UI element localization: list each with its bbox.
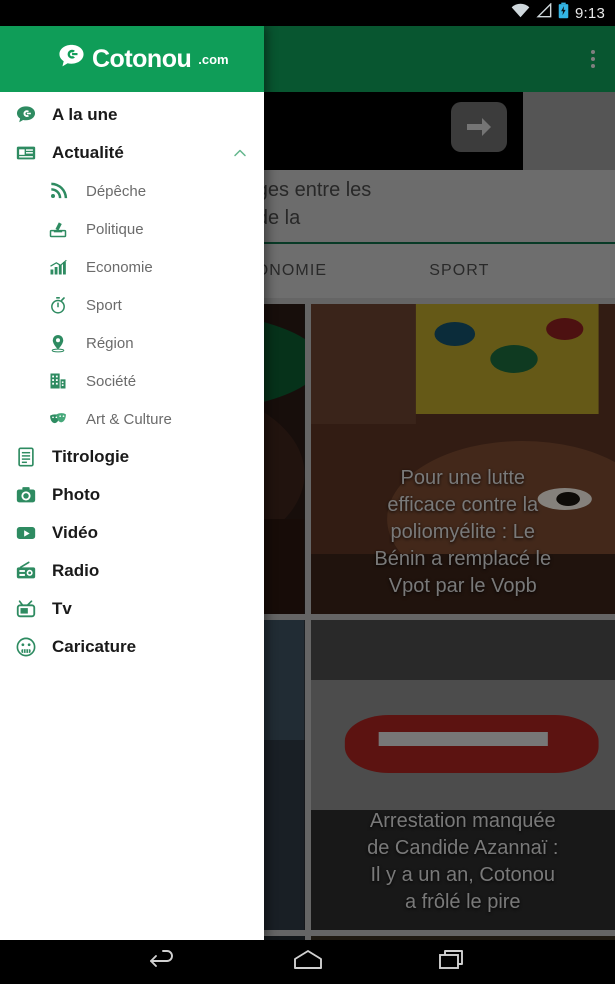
sidebar-item-sport[interactable]: Sport (0, 286, 264, 324)
sidebar-item-label: Caricature (52, 637, 137, 656)
sidebar-item-label: Dépêche (86, 182, 147, 200)
map-pin-icon (46, 331, 70, 355)
video-play-icon (14, 521, 38, 545)
battery-charging-icon (558, 2, 569, 24)
sidebar-item-label: Economie (86, 258, 153, 276)
drawer-menu-list: A la une Actualité Dépêche Politique Eco… (0, 92, 264, 940)
camera-icon (14, 483, 38, 507)
sidebar-item-label: Radio (52, 561, 100, 580)
logo-tld: .com (198, 51, 229, 67)
navigation-drawer: Cotonou .com A la une Actualité Dépêche … (0, 26, 264, 940)
sidebar-item-label: Art & Culture (86, 410, 172, 428)
sidebar-item-label: Titrologie (52, 447, 130, 466)
sidebar-item-depeche[interactable]: Dépêche (0, 172, 264, 210)
newspaper-icon (14, 141, 38, 165)
building-icon (46, 369, 70, 393)
chevron-up-icon[interactable] (230, 143, 250, 163)
sidebar-item-economie[interactable]: Economie (0, 248, 264, 286)
smiley-face-icon (14, 635, 38, 659)
sidebar-item-label: Tv (52, 599, 72, 618)
sidebar-item-societe[interactable]: Société (0, 362, 264, 400)
speech-bubble-icon (14, 103, 38, 127)
sidebar-item-video[interactable]: Vidéo (0, 514, 264, 552)
sidebar-item-caricature[interactable]: Caricature (0, 628, 264, 666)
drawer-header: Cotonou .com (0, 26, 264, 92)
sidebar-item-label: Photo (52, 485, 101, 504)
recents-icon[interactable] (437, 947, 469, 978)
theater-masks-icon (46, 407, 70, 431)
sidebar-item-label: Actualité (52, 143, 124, 162)
sidebar-item-label: Vidéo (52, 523, 98, 542)
ballot-box-icon (46, 217, 70, 241)
sidebar-item-actualite[interactable]: Actualité (0, 134, 264, 172)
system-navigation-bar (0, 940, 615, 984)
television-icon (14, 597, 38, 621)
logo-name: Cotonou (92, 44, 192, 73)
home-icon[interactable] (291, 947, 325, 978)
rss-icon (46, 179, 70, 203)
bar-chart-icon (46, 255, 70, 279)
document-icon (14, 445, 38, 469)
sidebar-item-region[interactable]: Région (0, 324, 264, 362)
sidebar-item-tv[interactable]: Tv (0, 590, 264, 628)
wifi-icon (511, 3, 530, 23)
sidebar-item-label: A la une (52, 105, 118, 124)
app-root: ce de la CEDEAO, les échanges entre les … (0, 0, 615, 984)
sidebar-item-a-la-une[interactable]: A la une (0, 96, 264, 134)
sidebar-item-label: Politique (86, 220, 144, 238)
sidebar-item-politique[interactable]: Politique (0, 210, 264, 248)
clock: 9:13 (575, 4, 605, 22)
sidebar-item-photo[interactable]: Photo (0, 476, 264, 514)
sidebar-item-label: Sport (86, 296, 122, 314)
sidebar-item-label: Société (86, 372, 137, 390)
back-arrow-icon[interactable] (147, 947, 179, 978)
status-bar: 9:13 (0, 0, 615, 26)
sidebar-item-titrologie[interactable]: Titrologie (0, 438, 264, 476)
speech-bubble-logo-icon (58, 43, 85, 75)
app-logo: Cotonou .com (58, 43, 229, 75)
sidebar-item-label: Région (86, 334, 134, 352)
signal-icon (536, 2, 552, 23)
stopwatch-icon (46, 293, 70, 317)
sidebar-item-radio[interactable]: Radio (0, 552, 264, 590)
radio-icon (14, 559, 38, 583)
sidebar-item-art-culture[interactable]: Art & Culture (0, 400, 264, 438)
